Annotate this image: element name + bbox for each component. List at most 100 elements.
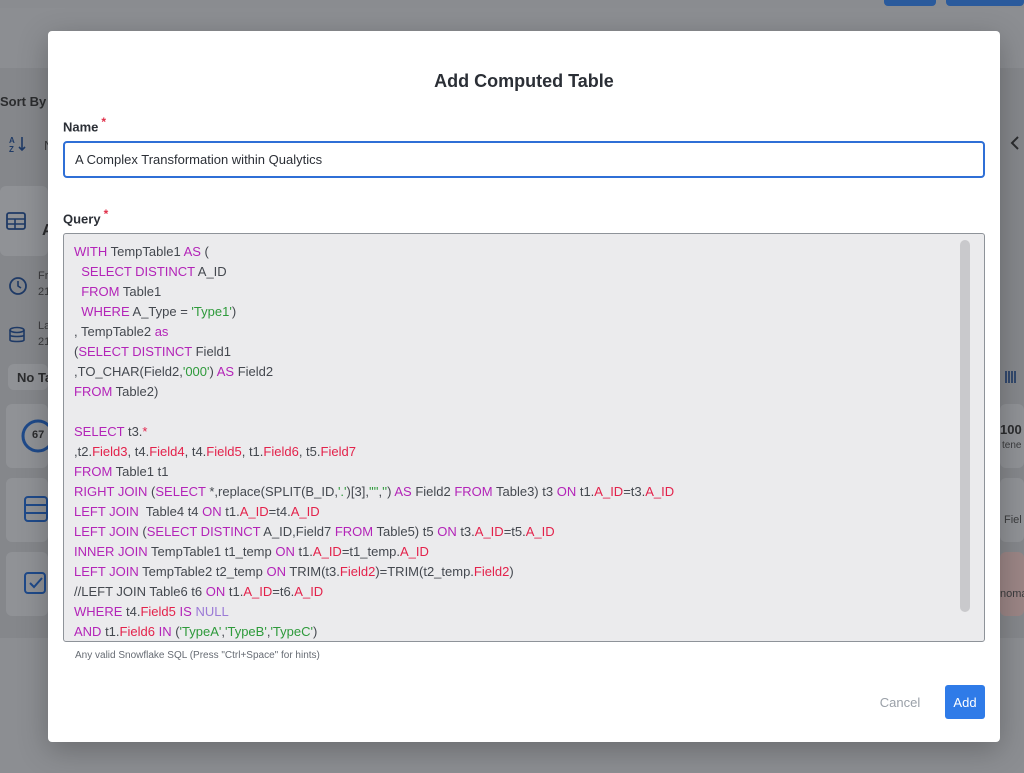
- name-input[interactable]: [63, 141, 985, 178]
- query-token: WHERE: [74, 304, 130, 319]
- query-token: A_ID: [243, 584, 273, 599]
- chevron-left-icon: [1010, 136, 1020, 155]
- query-token: TRIM(t3.: [285, 564, 340, 579]
- query-token: A_ID: [525, 524, 555, 539]
- query-token: A_Type =: [129, 304, 192, 319]
- query-token: t3.: [124, 424, 143, 439]
- query-token: =t1_temp.: [341, 544, 401, 559]
- add-button[interactable]: Add: [945, 685, 985, 719]
- query-token: RIGHT JOIN: [74, 484, 148, 499]
- query-token: LEFT JOIN: [74, 504, 139, 519]
- svg-text:A: A: [9, 136, 15, 145]
- query-token: LEFT JOIN: [74, 524, 139, 539]
- query-scrollbar[interactable]: [960, 240, 970, 612]
- query-token: Field2: [411, 484, 455, 499]
- background-metric: 67: [32, 429, 45, 441]
- query-token: t1.: [576, 484, 595, 499]
- query-token: '.': [337, 484, 347, 499]
- dialog-title: Add Computed Table: [434, 71, 614, 91]
- query-token: 'Type1': [191, 304, 232, 319]
- query-token: ON: [556, 484, 577, 499]
- query-token: FROM: [74, 384, 113, 399]
- query-token: A_ID: [474, 524, 504, 539]
- query-line: , TempTable2 as: [74, 322, 954, 342]
- clock-icon: [8, 276, 28, 301]
- query-token: A_ID: [594, 484, 624, 499]
- cancel-button[interactable]: Cancel: [866, 685, 934, 719]
- query-token: t1.: [294, 544, 313, 559]
- query-line: WHERE A_Type = 'Type1'): [74, 302, 954, 322]
- query-token: , TempTable2: [74, 324, 155, 339]
- query-token: *,replace(SPLIT(B_ID,: [205, 484, 338, 499]
- query-line: AND t1.Field6 IN ('TypeA','TypeB','TypeC…: [74, 622, 954, 641]
- query-token: Field7: [320, 444, 356, 459]
- query-token: AS: [183, 244, 201, 259]
- query-code[interactable]: WITH TempTable1 AS ( SELECT DISTINCT A_I…: [74, 242, 954, 641]
- query-token: (: [200, 244, 209, 259]
- checklist-icon: [24, 570, 48, 601]
- query-token: Table6 t6: [146, 584, 206, 599]
- query-line: WITH TempTable1 AS (: [74, 242, 954, 262]
- query-token: A_ID: [294, 584, 324, 599]
- query-token: ON: [205, 584, 226, 599]
- query-token: t4.: [122, 604, 141, 619]
- query-token: Field2: [473, 564, 510, 579]
- query-token: WITH: [74, 244, 108, 259]
- query-token: , t4.: [127, 444, 150, 459]
- name-label: Name *: [63, 115, 106, 134]
- query-token: t1.: [221, 504, 240, 519]
- query-token: =t4.: [268, 504, 291, 519]
- query-token: A_ID: [194, 264, 227, 279]
- query-token: ON: [275, 544, 295, 559]
- query-line: LEFT JOIN Table4 t4 ON t1.A_ID=t4.A_ID: [74, 502, 954, 522]
- background-sort-label: Sort By: [0, 94, 47, 109]
- query-token: Table2): [112, 384, 159, 399]
- query-token: , t1.: [241, 444, 264, 459]
- sort-az-icon: AZ: [8, 134, 28, 159]
- query-token: IS: [179, 604, 192, 619]
- columns-icon: [1004, 370, 1018, 389]
- svg-text:Z: Z: [9, 145, 14, 154]
- query-token: FROM: [334, 524, 374, 539]
- query-token: )[3],: [346, 484, 369, 499]
- query-token: Table1: [119, 284, 162, 299]
- query-token: Field3: [92, 444, 128, 459]
- query-token: FROM: [74, 464, 113, 479]
- query-token: NULL: [195, 604, 229, 619]
- query-token: AND: [74, 624, 102, 639]
- query-token: Field5: [140, 604, 176, 619]
- query-label-text: Query: [63, 211, 101, 227]
- query-token: )=TRIM(t2_temp.: [375, 564, 474, 579]
- query-token: , t4.: [184, 444, 207, 459]
- query-line: LEFT JOIN TempTable2 t2_temp ON TRIM(t3.…: [74, 562, 954, 582]
- query-token: Field1: [192, 344, 232, 359]
- background-right-metric: 100: [1000, 422, 1022, 437]
- query-line: LEFT JOIN (SELECT DISTINCT A_ID,Field7 F…: [74, 522, 954, 542]
- query-line: ,t2.Field3, t4.Field4, t4.Field5, t1.Fie…: [74, 442, 954, 462]
- query-line: //LEFT JOIN Table6 t6 ON t1.A_ID=t6.A_ID: [74, 582, 954, 602]
- query-token: ,t2.: [74, 444, 93, 459]
- query-token: ): [312, 624, 318, 639]
- background-no-tags: No Ta: [17, 370, 53, 385]
- query-editor[interactable]: WITH TempTable1 AS ( SELECT DISTINCT A_I…: [63, 233, 985, 642]
- query-token: Field6: [119, 624, 155, 639]
- query-line: ,TO_CHAR(Field2,'000') AS Field2: [74, 362, 954, 382]
- query-token: (: [171, 624, 180, 639]
- query-token: =t5.: [503, 524, 526, 539]
- query-token: FROM: [454, 484, 493, 499]
- query-token: Field4: [149, 444, 185, 459]
- query-token: A_ID: [290, 504, 320, 519]
- query-token: FROM: [74, 284, 120, 299]
- required-marker: *: [101, 115, 107, 129]
- query-token: t1.: [101, 624, 120, 639]
- background-right-anomaly: noma: [1000, 588, 1024, 600]
- query-line: RIGHT JOIN (SELECT *,replace(SPLIT(B_ID,…: [74, 482, 954, 502]
- query-token: =t3.: [623, 484, 646, 499]
- query-token: ): [209, 364, 217, 379]
- query-token: t1.: [225, 584, 244, 599]
- query-line: SELECT DISTINCT A_ID: [74, 262, 954, 282]
- background-topbar: [0, 0, 1024, 8]
- query-token: AS: [394, 484, 412, 499]
- query-token: //LEFT JOIN: [74, 584, 146, 599]
- query-line: WHERE t4.Field5 IS NULL: [74, 602, 954, 622]
